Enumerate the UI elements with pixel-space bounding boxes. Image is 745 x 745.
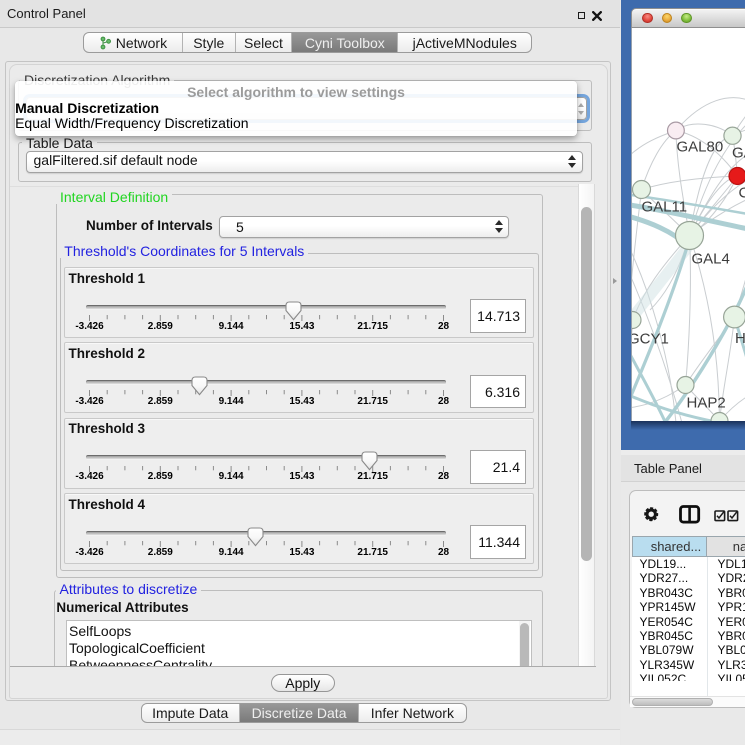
svg-text:GAL80: GAL80 — [677, 139, 724, 156]
svg-text:HAP2: HAP2 — [687, 395, 726, 412]
svg-text:CYC8: CYC8 — [739, 185, 745, 202]
svg-text:HAP4: HAP4 — [735, 330, 745, 347]
svg-text:GAL4: GAL4 — [692, 251, 730, 268]
svg-text:GAL11: GAL11 — [642, 199, 688, 216]
svg-text:GCY1: GCY1 — [632, 331, 669, 348]
svg-text:GAL3: GAL3 — [732, 145, 745, 162]
